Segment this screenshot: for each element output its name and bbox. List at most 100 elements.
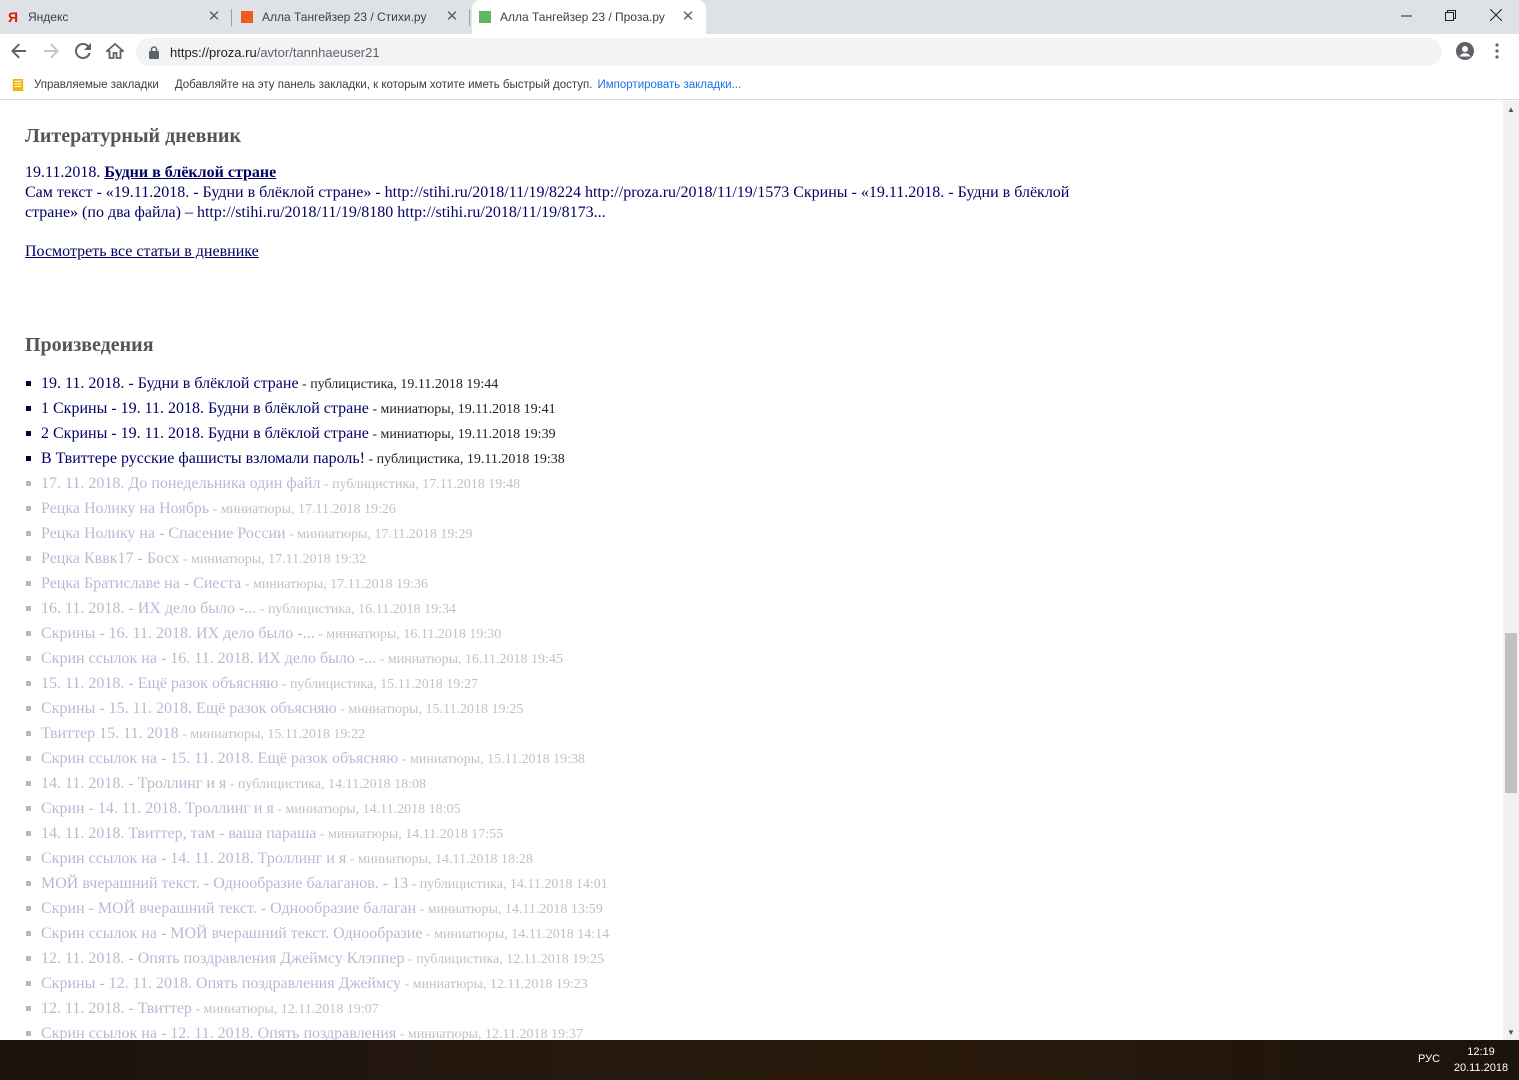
close-tab-icon[interactable]: ✕ [444,9,460,25]
work-title-link[interactable]: Скрин - 14. 11. 2018. Троллинг и я [41,800,274,817]
url-host: https://proza.ru [170,44,257,60]
work-meta: - публицистика, 15.11.2018 19:27 [278,677,479,692]
work-title-link[interactable]: Скрины - 12. 11. 2018. Опять поздравлени… [41,975,401,992]
work-list-item: Рецка Нолику на Ноябрь - миниатюры, 17.1… [25,496,609,521]
home-icon[interactable] [100,36,130,66]
scroll-down-arrow-icon[interactable]: ▼ [1503,1024,1519,1040]
page-scrollbar[interactable]: ▲ ▼ [1503,101,1519,1040]
yandex-icon: Я [7,9,19,25]
work-meta: - миниатюры, 15.11.2018 19:38 [398,752,586,767]
scrollbar-thumb[interactable] [1505,633,1517,793]
work-title-link[interactable]: 2 Скрины - 19. 11. 2018. Будни в блёклой… [41,425,369,442]
list-bullet [26,806,31,811]
work-title-link[interactable]: 19. 11. 2018. - Будни в блёклой стране [41,375,299,392]
work-title-link[interactable]: 1 Скрины - 19. 11. 2018. Будни в блёклой… [41,400,369,417]
profile-avatar-icon[interactable] [1450,36,1480,66]
forward-arrow-icon[interactable] [36,36,66,66]
diary-entry-title-link[interactable]: Будни в блёклой стране [104,164,276,181]
work-meta: - миниатюры, 17.11.2018 19:26 [209,502,396,517]
work-meta: - публицистика, 14.11.2018 14:01 [408,877,608,892]
work-title-link[interactable]: Скрин ссылок на - 12. 11. 2018. Опять по… [41,1025,396,1040]
list-bullet [26,506,31,511]
work-list-item: Скрины - 16. 11. 2018. ИХ дело было -...… [25,621,609,646]
taskbar-clock[interactable]: 12:19 20.11.2018 [1452,1044,1510,1076]
work-title-link[interactable]: Скрин - МОЙ вчерашний текст. - Однообраз… [41,900,416,917]
list-bullet [26,856,31,861]
window-close-icon[interactable] [1473,0,1519,30]
restore-icon[interactable] [1427,0,1473,30]
work-title-link[interactable]: 15. 11. 2018. - Ещё разок объясняю [41,675,278,692]
work-title-link[interactable]: 12. 11. 2018. - Твиттер [41,1000,192,1017]
work-meta: - миниатюры, 17.11.2018 19:32 [179,552,367,567]
work-meta: - публицистика, 19.11.2018 19:38 [365,452,565,467]
work-meta: - миниатюры, 14.11.2018 18:28 [346,852,533,867]
tab-stihi[interactable]: Алла Тангейзер 23 / Стихи.ру ✕ [234,0,470,34]
list-bullet [26,681,31,686]
work-title-link[interactable]: В Твиттере русские фашисты взломали паро… [41,450,365,467]
import-bookmarks-link[interactable]: Импортировать закладки... [597,79,741,91]
diary-entry-excerpt: Сам текст - «19.11.2018. - Будни в блёкл… [25,184,1070,221]
tab-yandex[interactable]: Я Яндекс ✕ [0,0,232,34]
work-title-link[interactable]: Рецка Нолику на - Спасение России [41,525,286,542]
work-list-item: 16. 11. 2018. - ИХ дело было -... - публ… [25,596,609,621]
list-bullet [26,656,31,661]
work-meta: - миниатюры, 14.11.2018 18:05 [273,802,461,817]
work-meta: - миниатюры, 16.11.2018 19:30 [314,627,502,642]
work-title-link[interactable]: 14. 11. 2018. - Троллинг и я [41,775,226,792]
work-list-item: МОЙ вчерашний текст. - Однообразие балаг… [25,871,609,896]
list-bullet [26,956,31,961]
work-meta: - миниатюры, 14.11.2018 14:14 [422,927,610,942]
close-tab-icon[interactable]: ✕ [206,9,222,25]
work-title-link[interactable]: Скрины - 15. 11. 2018. Ещё разок объясня… [41,700,337,717]
minimize-icon[interactable] [1383,0,1429,30]
work-meta: - публицистика, 16.11.2018 19:34 [256,602,456,617]
address-bar[interactable]: https://proza.ru/avtor/tannhaeuser21 [136,38,1442,66]
work-title-link[interactable]: МОЙ вчерашний текст. - Однообразие балаг… [41,875,408,892]
work-title-link[interactable]: Скрин ссылок на - МОЙ вчерашний текст. О… [41,925,422,942]
clock-date: 20.11.2018 [1453,1062,1509,1074]
close-tab-icon[interactable]: ✕ [680,9,696,25]
work-title-link[interactable]: Скрин ссылок на - 16. 11. 2018. ИХ дело … [41,650,376,667]
work-title-link[interactable]: Рецка Нолику на Ноябрь [41,500,209,517]
list-bullet [26,531,31,536]
lock-icon[interactable] [148,45,160,59]
work-title-link[interactable]: 17. 11. 2018. До понедельника один файл [41,475,320,492]
work-list-item: Скрины - 12. 11. 2018. Опять поздравлени… [25,971,609,996]
language-indicator[interactable]: РУС [1418,1053,1440,1065]
work-meta: - миниатюры, 19.11.2018 19:41 [368,402,556,417]
work-meta: - публицистика, 12.11.2018 19:25 [404,952,605,967]
scroll-up-arrow-icon[interactable]: ▲ [1503,101,1519,117]
stihi-icon [240,10,254,24]
work-title-link[interactable]: Рецка Кввк17 - Босх [41,550,179,567]
list-bullet [26,606,31,611]
work-meta: - миниатюры, 12.11.2018 19:23 [401,977,588,992]
work-title-link[interactable]: Твиттер 15. 11. 2018 [41,725,179,742]
work-title-link[interactable]: 14. 11. 2018. Твиттер, там - ваша параша [41,825,316,842]
work-list-item: Скрины - 15. 11. 2018. Ещё разок объясня… [25,696,609,721]
work-title-link[interactable]: Рецка Братиславе на - Сиеста [41,575,241,592]
list-bullet [26,1006,31,1011]
managed-bookmarks-folder[interactable]: Управляемые закладки [12,78,159,91]
work-meta: - публицистика, 17.11.2018 19:48 [320,477,521,492]
work-title-link[interactable]: Скрин ссылок на - 14. 11. 2018. Троллинг… [41,850,346,867]
list-bullet [26,756,31,761]
work-list-item: 12. 11. 2018. - Твиттер - миниатюры, 12.… [25,996,609,1021]
work-title-link[interactable]: 12. 11. 2018. - Опять поздравления Джейм… [41,950,404,967]
menu-dots-icon[interactable] [1482,36,1512,66]
list-bullet [26,906,31,911]
tab-title: Алла Тангейзер 23 / Стихи.ру [262,10,427,24]
bookmarks-bar: Управляемые закладки Добавляйте на эту п… [0,70,1519,100]
bookmarks-hint: Добавляйте на эту панель закладки, к кот… [174,78,593,91]
back-arrow-icon[interactable] [4,36,34,66]
work-title-link[interactable]: 16. 11. 2018. - ИХ дело было -... [41,600,256,617]
work-list-item: Скрин - 14. 11. 2018. Троллинг и я - мин… [25,796,609,821]
work-list-item: Рецка Кввк17 - Босх - миниатюры, 17.11.2… [25,546,609,571]
reload-icon[interactable] [68,36,98,66]
see-all-diary-link[interactable]: Посмотреть все статьи в дневнике [25,243,259,261]
work-title-link[interactable]: Скрины - 16. 11. 2018. ИХ дело было -... [41,625,315,642]
work-list-item: Скрин ссылок на - 12. 11. 2018. Опять по… [25,1021,609,1040]
tab-proza[interactable]: Алла Тангейзер 23 / Проза.ру ✕ [472,0,706,34]
work-list-item: Скрин ссылок на - 14. 11. 2018. Троллинг… [25,846,609,871]
work-title-link[interactable]: Скрин ссылок на - 15. 11. 2018. Ещё разо… [41,750,398,767]
tab-strip: Я Яндекс ✕ Алла Тангейзер 23 / Стихи.ру … [0,0,1519,34]
